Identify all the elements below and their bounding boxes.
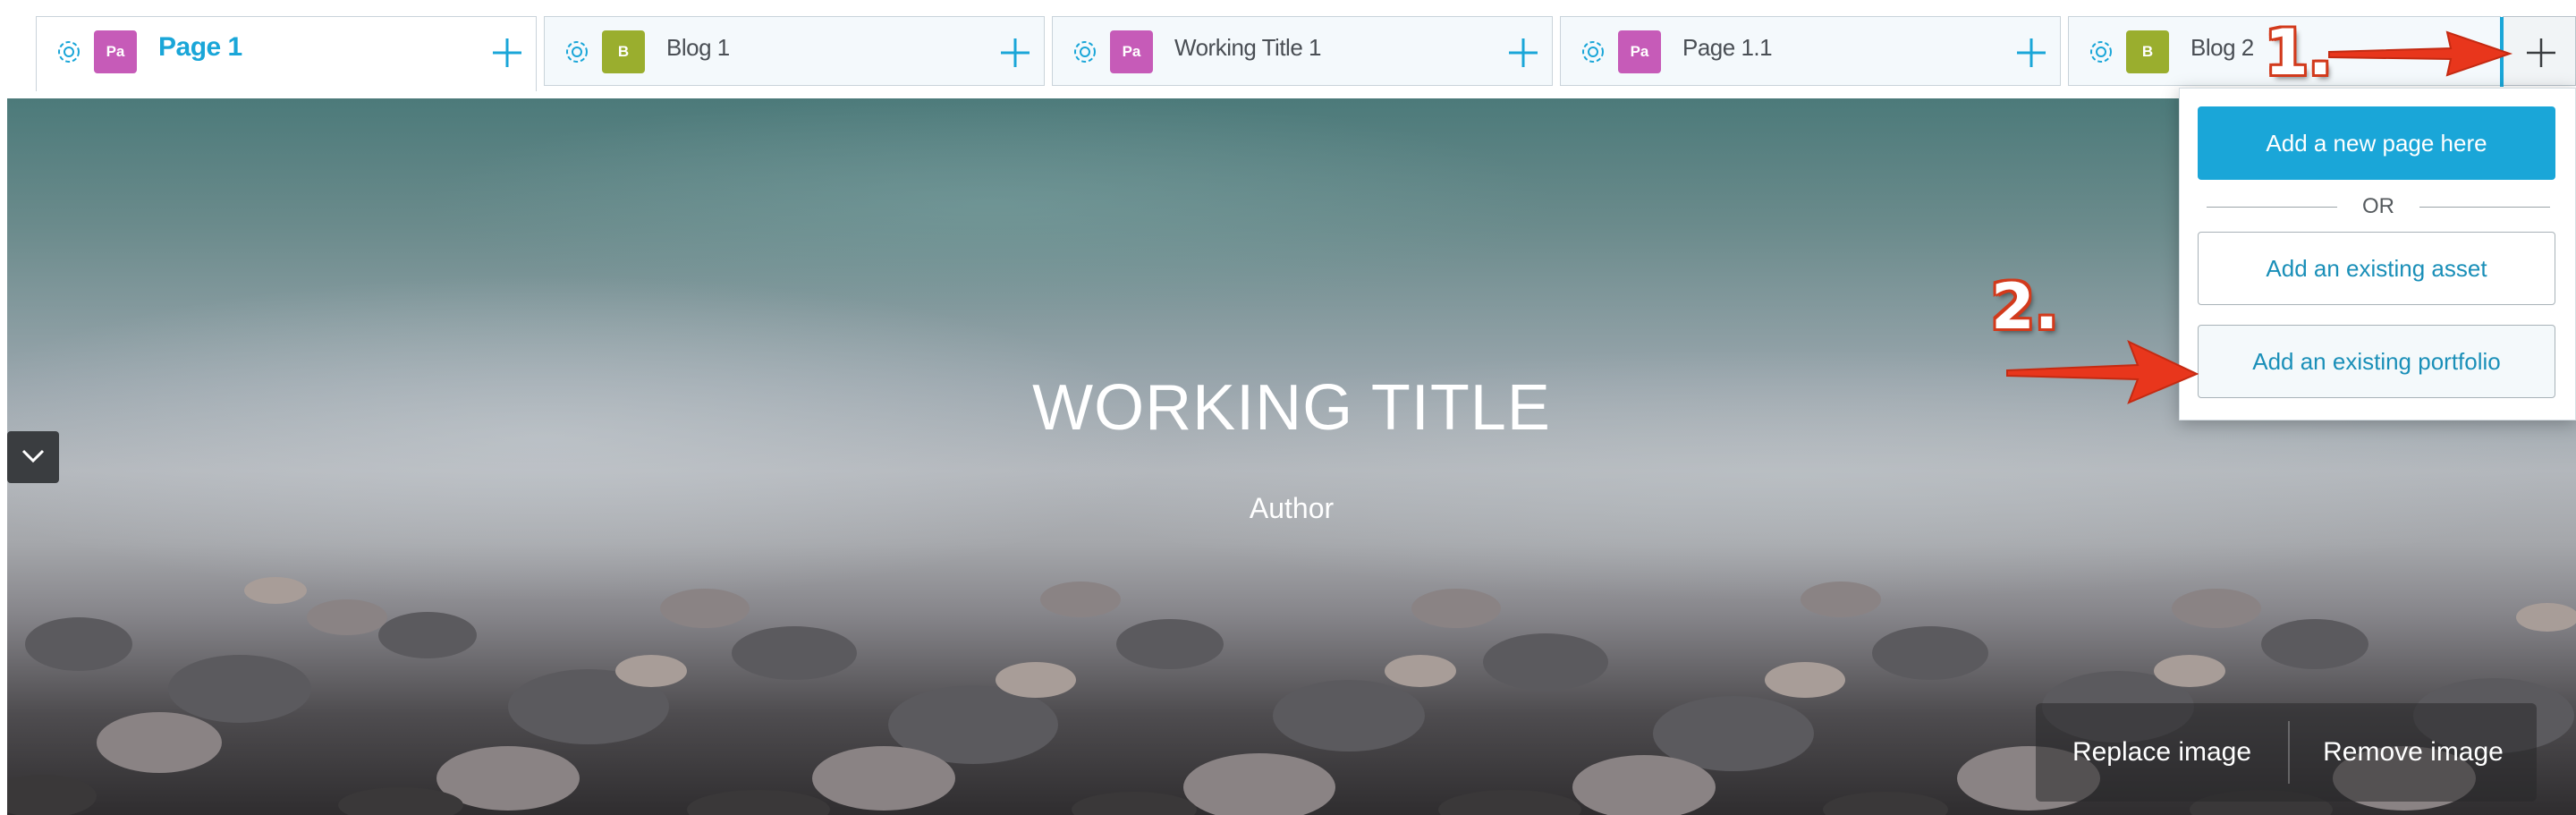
gear-icon[interactable] — [1579, 38, 1607, 66]
chevron-down-icon — [21, 449, 45, 463]
plus-icon[interactable] — [1505, 35, 1541, 71]
plus-icon[interactable] — [997, 35, 1033, 71]
blog-type-badge: B — [2126, 30, 2169, 73]
add-existing-portfolio-button[interactable]: Add an existing portfolio — [2198, 325, 2555, 398]
add-new-page-button[interactable]: Add a new page here — [2198, 106, 2555, 180]
or-separator: OR — [2207, 189, 2550, 225]
page-type-badge: Pa — [1110, 30, 1153, 73]
plus-icon[interactable] — [2013, 35, 2049, 71]
annotation-step-2: 2. — [1991, 270, 2059, 344]
page-tab-bar: Pa Page 1 B Blog 1 Pa Working Title 1 Pa… — [0, 0, 2576, 91]
image-actions-bar: Replace image Remove image — [2036, 703, 2537, 802]
add-page-dropdown: Add a new page here OR Add an existing a… — [2179, 88, 2576, 420]
add-existing-asset-button[interactable]: Add an existing asset — [2198, 232, 2555, 305]
add-tab-button[interactable] — [2500, 16, 2576, 87]
page-type-badge: Pa — [1618, 30, 1661, 73]
tab-page-1-1[interactable]: Pa Page 1.1 — [1560, 16, 2061, 86]
hero-author[interactable]: Author — [7, 492, 2576, 525]
gear-icon[interactable] — [2087, 38, 2115, 66]
remove-image-button[interactable]: Remove image — [2290, 703, 2537, 802]
tab-label: Blog 2 — [2190, 34, 2254, 61]
tab-working-title-1[interactable]: Pa Working Title 1 — [1052, 16, 1553, 86]
page-type-badge: Pa — [94, 30, 137, 73]
tab-blog-1[interactable]: B Blog 1 — [544, 16, 1045, 86]
tab-label: Page 1 — [158, 32, 242, 62]
replace-image-button[interactable]: Replace image — [2036, 703, 2288, 802]
plus-icon — [2527, 38, 2555, 67]
gear-icon[interactable] — [1071, 38, 1099, 66]
collapse-button[interactable] — [7, 431, 59, 483]
annotation-step-1: 1. — [2265, 16, 2333, 89]
blog-type-badge: B — [602, 30, 645, 73]
tab-page-1[interactable]: Pa Page 1 — [36, 16, 537, 91]
gear-icon[interactable] — [55, 38, 83, 66]
or-label: OR — [2362, 194, 2394, 218]
tab-label: Blog 1 — [666, 34, 730, 61]
tab-label: Page 1.1 — [1682, 34, 1773, 61]
gear-icon[interactable] — [563, 38, 591, 66]
plus-icon[interactable] — [489, 35, 525, 71]
annotation-arrow-icon — [2006, 340, 2199, 404]
tab-label: Working Title 1 — [1174, 34, 1321, 61]
annotation-arrow-icon — [2328, 30, 2513, 77]
